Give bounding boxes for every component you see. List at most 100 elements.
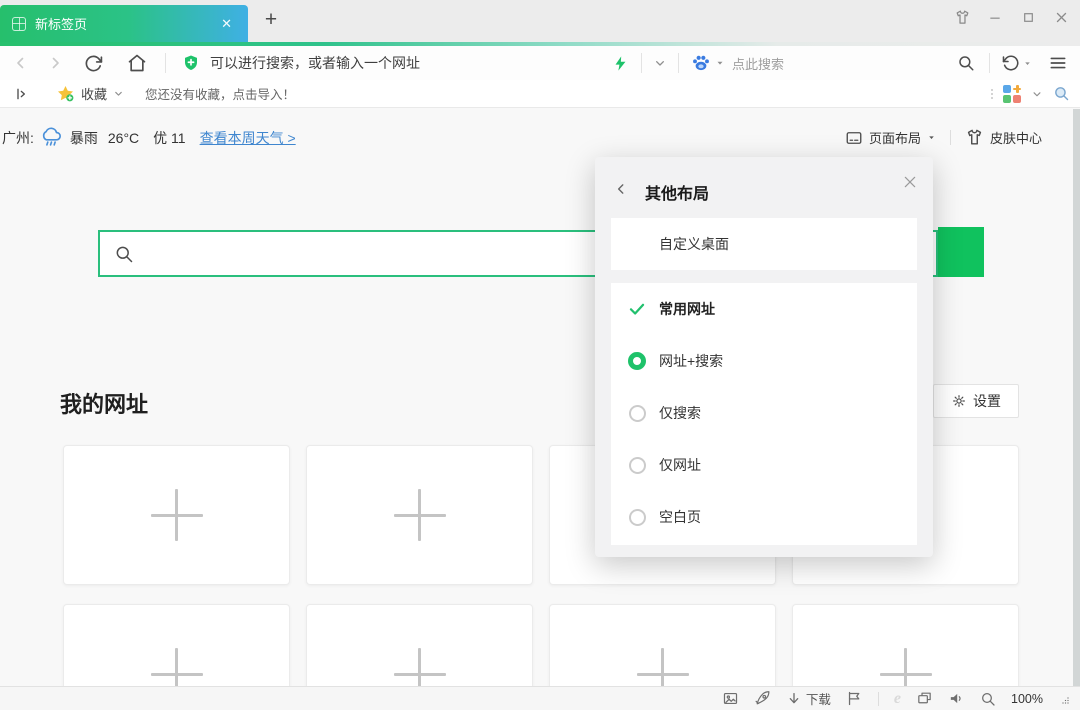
popup-close-icon[interactable] <box>902 174 918 190</box>
weather-air-quality: 优 11 <box>153 128 185 148</box>
status-bar: 下载 e 100% <box>0 686 1080 710</box>
boost-rocket-icon[interactable] <box>754 690 771 707</box>
active-tab[interactable]: 新标签页 ✕ <box>0 5 248 42</box>
tab-bar: 新标签页 ✕ + <box>0 0 1080 42</box>
plus-icon <box>151 489 203 541</box>
popup-header: 其他布局 <box>595 157 933 218</box>
skin-center-button[interactable]: 皮肤中心 <box>990 128 1042 147</box>
search-here-hint[interactable]: 点此搜索 <box>732 54 784 73</box>
search-engine-paw-icon[interactable] <box>691 53 711 73</box>
chevron-down-icon[interactable] <box>652 55 668 71</box>
download-label[interactable]: 下载 <box>806 689 831 708</box>
toolbar-separator <box>165 53 166 73</box>
new-tab-button[interactable]: + <box>258 7 284 33</box>
toolbar-separator <box>641 53 642 73</box>
option-jin-wangzhi[interactable]: 仅网址 <box>611 439 917 491</box>
chevron-down-icon[interactable] <box>112 87 125 100</box>
radio-unselected-icon <box>628 404 646 422</box>
browser-window: 新标签页 ✕ + <box>0 0 1080 710</box>
zoom-search-icon[interactable] <box>1053 85 1070 102</box>
option-kongbaiye[interactable]: 空白页 <box>611 491 917 543</box>
tools-separator <box>950 130 951 145</box>
app-grid-icon[interactable] <box>1003 85 1021 103</box>
page-tools: 页面布局 皮肤中心 <box>845 128 1042 147</box>
popup-title: 其他布局 <box>645 180 709 204</box>
tab-title: 新标签页 <box>35 14 221 33</box>
maximize-icon[interactable] <box>1019 8 1037 26</box>
address-input[interactable]: 可以进行搜索，或者输入一个网址 <box>210 53 420 73</box>
tab-favicon-icon <box>12 17 26 31</box>
skin-shirt-icon[interactable] <box>953 8 971 26</box>
radio-unselected-icon <box>628 456 646 474</box>
tab-close-icon[interactable]: ✕ <box>221 16 232 32</box>
forward-icon[interactable] <box>46 54 64 72</box>
option-jin-sousuo[interactable]: 仅搜索 <box>611 387 917 439</box>
back-icon[interactable] <box>12 54 30 72</box>
weather-strip: 广州: 暴雨 26°C 优 11 查看本周天气 > <box>2 127 296 149</box>
toolbar-separator <box>678 53 679 73</box>
menu-hamburger-icon[interactable] <box>1048 53 1068 73</box>
option-changyong-wangzhi[interactable]: 常用网址 <box>611 283 917 335</box>
flag-banner-icon[interactable] <box>846 690 863 707</box>
toolbar-separator <box>989 53 990 73</box>
bookmarks-empty-hint[interactable]: 您还没有收藏，点击导入！ <box>145 84 295 103</box>
favorites-star-icon[interactable] <box>56 84 75 103</box>
caret-down-icon <box>927 133 936 142</box>
custom-desktop-label: 自定义桌面 <box>659 234 729 254</box>
page-layout-button[interactable]: 页面布局 <box>869 128 921 147</box>
newtab-page: 广州: 暴雨 26°C 优 11 查看本周天气 > 页面布局 皮肤中心 <box>0 109 1080 686</box>
skin-shirt-icon <box>965 128 984 147</box>
other-layouts-popup: 其他布局 自定义桌面 常用网址 网址+搜索 <box>595 157 933 557</box>
download-icon[interactable]: 下载 <box>786 689 831 708</box>
speaker-icon[interactable] <box>948 690 965 707</box>
bookmarks-bar: 收藏 您还没有收藏，点击导入！ <box>0 80 1080 108</box>
settings-label: 设置 <box>973 391 1001 411</box>
close-icon[interactable] <box>1052 8 1070 26</box>
settings-button[interactable]: 设置 <box>933 384 1019 418</box>
back-chevron-icon[interactable] <box>614 182 628 196</box>
security-shield-icon[interactable] <box>182 54 200 72</box>
rain-cloud-icon <box>40 127 62 149</box>
chevron-down-icon[interactable] <box>1030 87 1044 101</box>
search-submit-button[interactable] <box>938 227 984 277</box>
address-toolbar: 可以进行搜索，或者输入一个网址 点此搜索 <box>0 46 1080 80</box>
ie-compat-icon[interactable]: e <box>894 690 901 708</box>
window-controls <box>953 8 1070 26</box>
theme-accent-strip <box>0 42 1080 46</box>
more-dots-icon[interactable] <box>991 89 993 99</box>
weather-temperature: 26°C <box>108 130 139 146</box>
radio-selected-icon <box>628 352 646 370</box>
check-icon <box>628 300 646 318</box>
zoom-search-icon[interactable] <box>980 691 996 707</box>
statusbar-separator <box>878 692 879 706</box>
refresh-icon[interactable] <box>84 54 103 73</box>
caret-down-icon[interactable] <box>1023 59 1032 68</box>
caret-down-icon[interactable] <box>715 58 725 68</box>
layout-options-list: 常用网址 网址+搜索 仅搜索 仅网址 空白页 <box>611 283 917 545</box>
search-icon <box>114 244 134 264</box>
gear-icon <box>951 393 967 409</box>
zoom-level[interactable]: 100% <box>1011 692 1043 706</box>
sidebar-toggle-icon[interactable] <box>14 86 30 102</box>
scrollbar[interactable] <box>1073 109 1080 686</box>
option-wangzhi-sousuo[interactable]: 网址+搜索 <box>611 335 917 387</box>
my-sites-title: 我的网址 <box>60 387 148 419</box>
favorites-label[interactable]: 收藏 <box>81 84 107 103</box>
screenshot-image-icon[interactable] <box>722 690 739 707</box>
page-layout-icon <box>845 129 863 147</box>
search-icon[interactable] <box>957 54 975 72</box>
weather-condition: 暴雨 <box>70 128 98 148</box>
minimize-icon[interactable] <box>986 8 1004 26</box>
add-site-card[interactable] <box>306 445 533 585</box>
resize-grip-icon[interactable] <box>1058 693 1070 705</box>
weather-city: 广州: <box>2 128 34 148</box>
weather-forecast-link[interactable]: 查看本周天气 > <box>200 128 296 148</box>
custom-desktop-option[interactable]: 自定义桌面 <box>611 218 917 270</box>
add-site-card[interactable] <box>63 445 290 585</box>
undo-history-icon[interactable] <box>1002 54 1020 72</box>
window-restore-icon[interactable] <box>916 690 933 707</box>
plus-icon <box>394 489 446 541</box>
quick-access-lightning-icon[interactable] <box>612 55 629 72</box>
home-icon[interactable] <box>127 53 147 73</box>
radio-unselected-icon <box>628 508 646 526</box>
